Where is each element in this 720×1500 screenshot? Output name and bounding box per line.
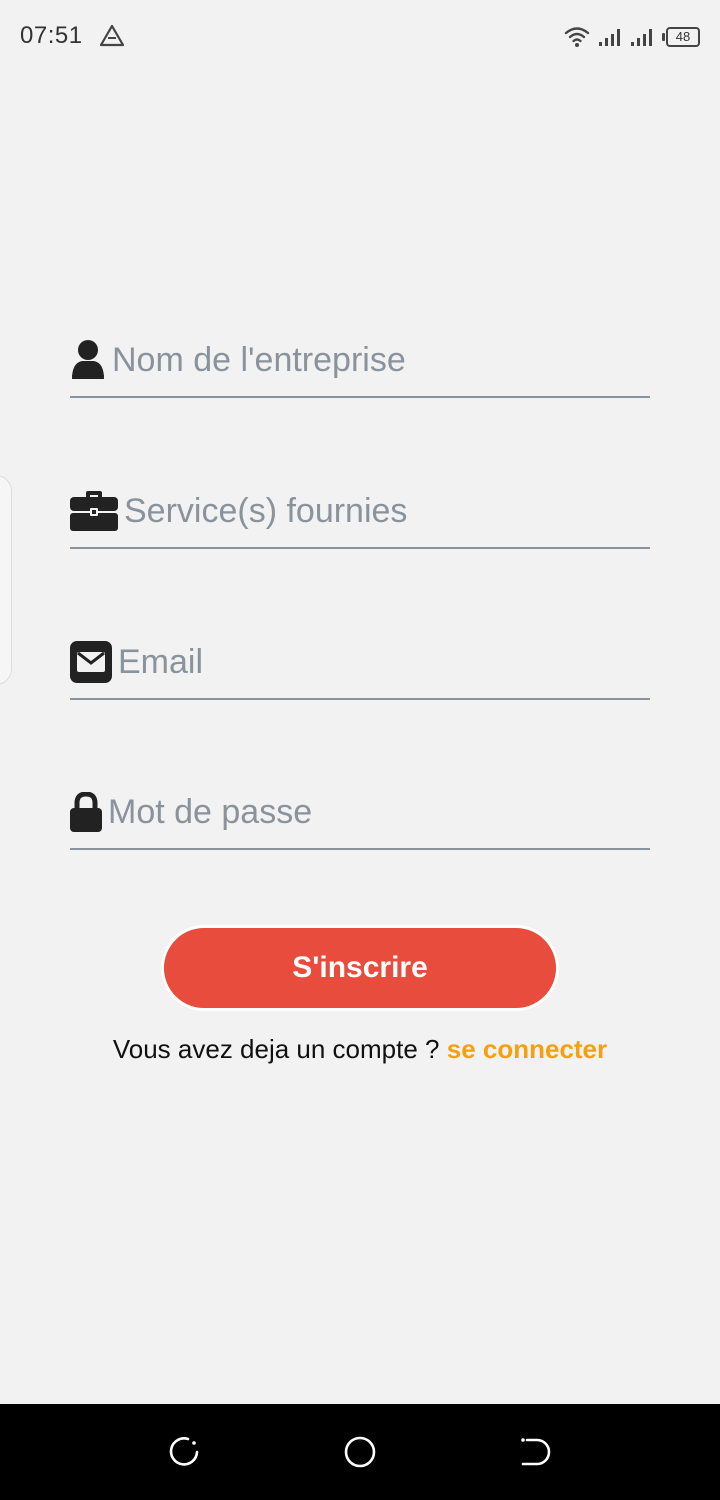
login-prompt-line: Vous avez deja un compte ? se connecter [0, 1034, 720, 1065]
status-bar: 07:51 48 [0, 0, 720, 72]
password-input[interactable] [108, 787, 650, 837]
home-icon[interactable] [342, 1434, 378, 1470]
edge-panel-handle[interactable] [0, 475, 12, 685]
recents-icon[interactable] [166, 1434, 202, 1470]
company-name-input[interactable] [112, 335, 650, 385]
signal-icon [631, 29, 652, 46]
company-name-field[interactable] [70, 324, 650, 398]
login-link[interactable]: se connecter [447, 1034, 607, 1064]
services-input[interactable] [124, 486, 650, 536]
email-input[interactable] [118, 637, 650, 687]
status-time: 07:51 [20, 22, 83, 49]
back-icon[interactable] [517, 1434, 553, 1470]
email-field[interactable] [70, 626, 650, 700]
envelope-icon [70, 641, 112, 683]
navigation-bar [0, 1404, 720, 1500]
signup-button[interactable]: S'inscrire [161, 925, 559, 1011]
warning-triangle-icon [99, 24, 125, 47]
status-icons: 48 [564, 24, 700, 50]
password-field[interactable] [70, 776, 650, 850]
signal-icon [599, 29, 620, 46]
login-prompt-text: Vous avez deja un compte ? [112, 1034, 447, 1064]
services-field[interactable] [70, 475, 650, 549]
lock-icon [70, 792, 102, 832]
wifi-icon [564, 27, 590, 47]
battery-icon: 48 [662, 27, 700, 47]
user-icon [70, 339, 106, 381]
briefcase-icon [70, 491, 118, 531]
